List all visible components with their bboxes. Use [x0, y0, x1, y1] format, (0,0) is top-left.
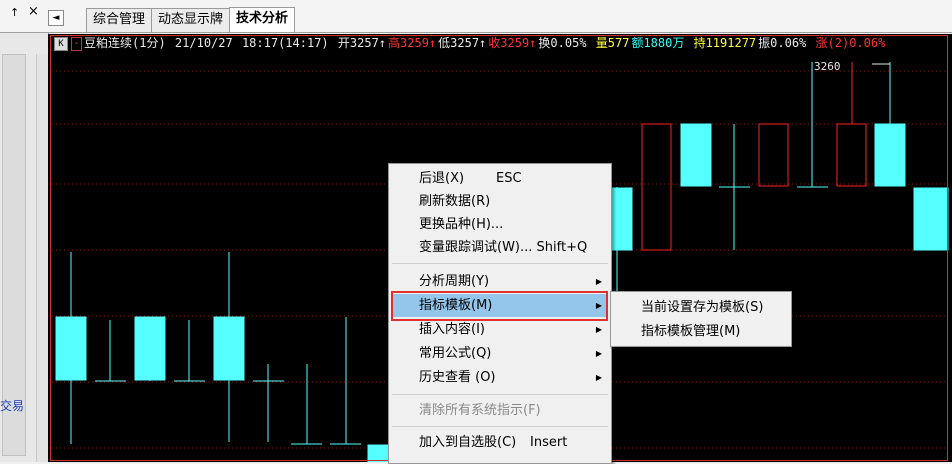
candle [719, 124, 750, 250]
candle [758, 123, 789, 187]
candle [55, 252, 87, 444]
quote-change: 涨(2)0.06% [815, 36, 886, 50]
menu-item-clear-system-indicators: 清除所有系统指示(F) [419, 403, 541, 418]
tab-technical-analysis[interactable]: 技术分析 [229, 7, 296, 32]
candle [641, 123, 672, 251]
left-panel-scrollbar[interactable] [36, 54, 48, 462]
candle [95, 320, 126, 382]
candle [253, 364, 284, 442]
minus-button[interactable]: - [71, 36, 82, 51]
menu-shortcut: ESC [496, 171, 522, 186]
candle [680, 123, 712, 187]
submenu-arrow-icon: ▶ [595, 277, 602, 286]
menu-separator [392, 426, 608, 427]
menu-shortcut: Insert [530, 435, 568, 450]
quote-low: 低3257↑ [438, 36, 487, 50]
indicator-template-submenu: 当前设置存为模板(S) 指标模板管理(M) [610, 291, 792, 347]
candle [174, 320, 205, 382]
quote-amplitude: 振0.06% [758, 36, 807, 50]
quote-position: 持1191277 [693, 36, 757, 50]
candle [797, 62, 828, 188]
quote-close: 收3259↑ [488, 36, 537, 50]
menu-item-change-instrument[interactable]: 更换品种(H)... [392, 213, 608, 236]
menu-item-history-view[interactable]: 历史查看 (O) ▶ [392, 366, 608, 389]
quote-amount: 额1880万 [631, 36, 685, 50]
quote-high: 高3259↑ [388, 36, 437, 50]
candle [213, 252, 245, 442]
menu-item-common-formulas[interactable]: 常用公式(Q) ▶ [392, 342, 608, 365]
quote-open: 开3257↑ [337, 36, 387, 50]
candle [367, 444, 389, 462]
quote-date: 21/10/27 [174, 36, 233, 50]
quote-time: 18:17(14:17) [241, 36, 329, 50]
left-panel-text[interactable]: 交易 [0, 397, 24, 414]
k-button[interactable]: K [54, 36, 68, 51]
quote-volume: 量577 [595, 36, 630, 50]
submenu-arrow-icon: ▶ [595, 325, 602, 334]
left-panel-header: ↑ × [0, 0, 48, 33]
left-panel-list[interactable] [2, 54, 26, 456]
context-menu: 后退(X) ESC 刷新数据(R) 更换品种(H)... 变量跟踪调试(W)..… [388, 163, 612, 464]
menu-item-indicator-template[interactable]: 指标模板(M) ▶ [392, 294, 608, 317]
submenu-item-save-as-template[interactable]: 当前设置存为模板(S) [614, 296, 788, 319]
menu-item-insert-content[interactable]: 插入内容(I) ▶ [392, 318, 608, 341]
close-icon[interactable]: × [28, 4, 39, 19]
quote-turnover: 换0.05% [538, 36, 587, 50]
submenu-arrow-icon: ▶ [595, 373, 602, 382]
instrument-name: 豆粕连续(1分) [84, 36, 166, 50]
menu-item-analysis-period[interactable]: 分析周期(Y) ▶ [392, 270, 608, 293]
menu-item-refresh-data[interactable]: 刷新数据(R) [392, 190, 608, 213]
submenu-arrow-icon: ▶ [595, 349, 602, 358]
menu-item-back[interactable]: 后退(X) ESC [392, 167, 608, 190]
tab-bar: ◄ 综合管理 动态显示牌 技术分析 [48, 0, 952, 33]
tab-comprehensive-management[interactable]: 综合管理 [86, 8, 153, 32]
submenu-arrow-icon: ▶ [595, 301, 602, 310]
left-panel: ↑ × 交易 [0, 0, 49, 462]
submenu-item-template-management[interactable]: 指标模板管理(M) [614, 320, 788, 343]
candle [836, 62, 867, 187]
tab-dynamic-display[interactable]: 动态显示牌 [151, 8, 231, 32]
tab-scroll-left-icon[interactable]: ◄ [48, 10, 64, 26]
pin-icon[interactable]: ↑ [10, 6, 19, 19]
candle [874, 62, 906, 187]
max-price-label: 3260 [814, 60, 841, 73]
candle [134, 316, 166, 381]
quote-info-bar: K - 豆粕连续(1分) 21/10/27 18:17(14:17) 开3257↑ 高… [48, 34, 952, 52]
candle [330, 317, 361, 445]
menu-separator [392, 263, 608, 264]
menu-separator [392, 394, 608, 395]
candle [913, 187, 949, 251]
menu-item-add-to-watchlist[interactable]: 加入到自选股(C) Insert [392, 431, 608, 454]
menu-item-variable-debug[interactable]: 变量跟踪调试(W)... Shift+Q [392, 236, 608, 259]
